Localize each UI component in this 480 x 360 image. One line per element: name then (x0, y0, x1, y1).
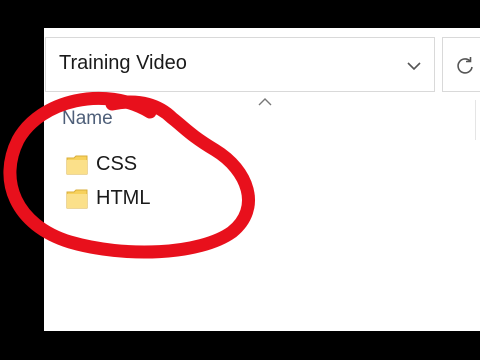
sort-ascending-icon (258, 98, 272, 106)
chevron-down-icon[interactable] (406, 58, 422, 74)
folder-icon (66, 189, 88, 209)
file-explorer-window: Training Video Name CSS HTML (44, 28, 480, 331)
list-item[interactable]: HTML (66, 185, 266, 215)
column-header-name[interactable]: Name (62, 108, 113, 130)
file-name: CSS (96, 153, 138, 175)
refresh-icon (457, 57, 473, 74)
file-name: HTML (96, 187, 151, 209)
list-item[interactable]: CSS (66, 151, 266, 181)
address-path: Training Video (59, 52, 187, 74)
folder-icon (66, 155, 88, 175)
address-bar[interactable]: Training Video (45, 37, 435, 92)
refresh-button[interactable] (442, 37, 480, 92)
column-divider[interactable] (475, 100, 476, 140)
